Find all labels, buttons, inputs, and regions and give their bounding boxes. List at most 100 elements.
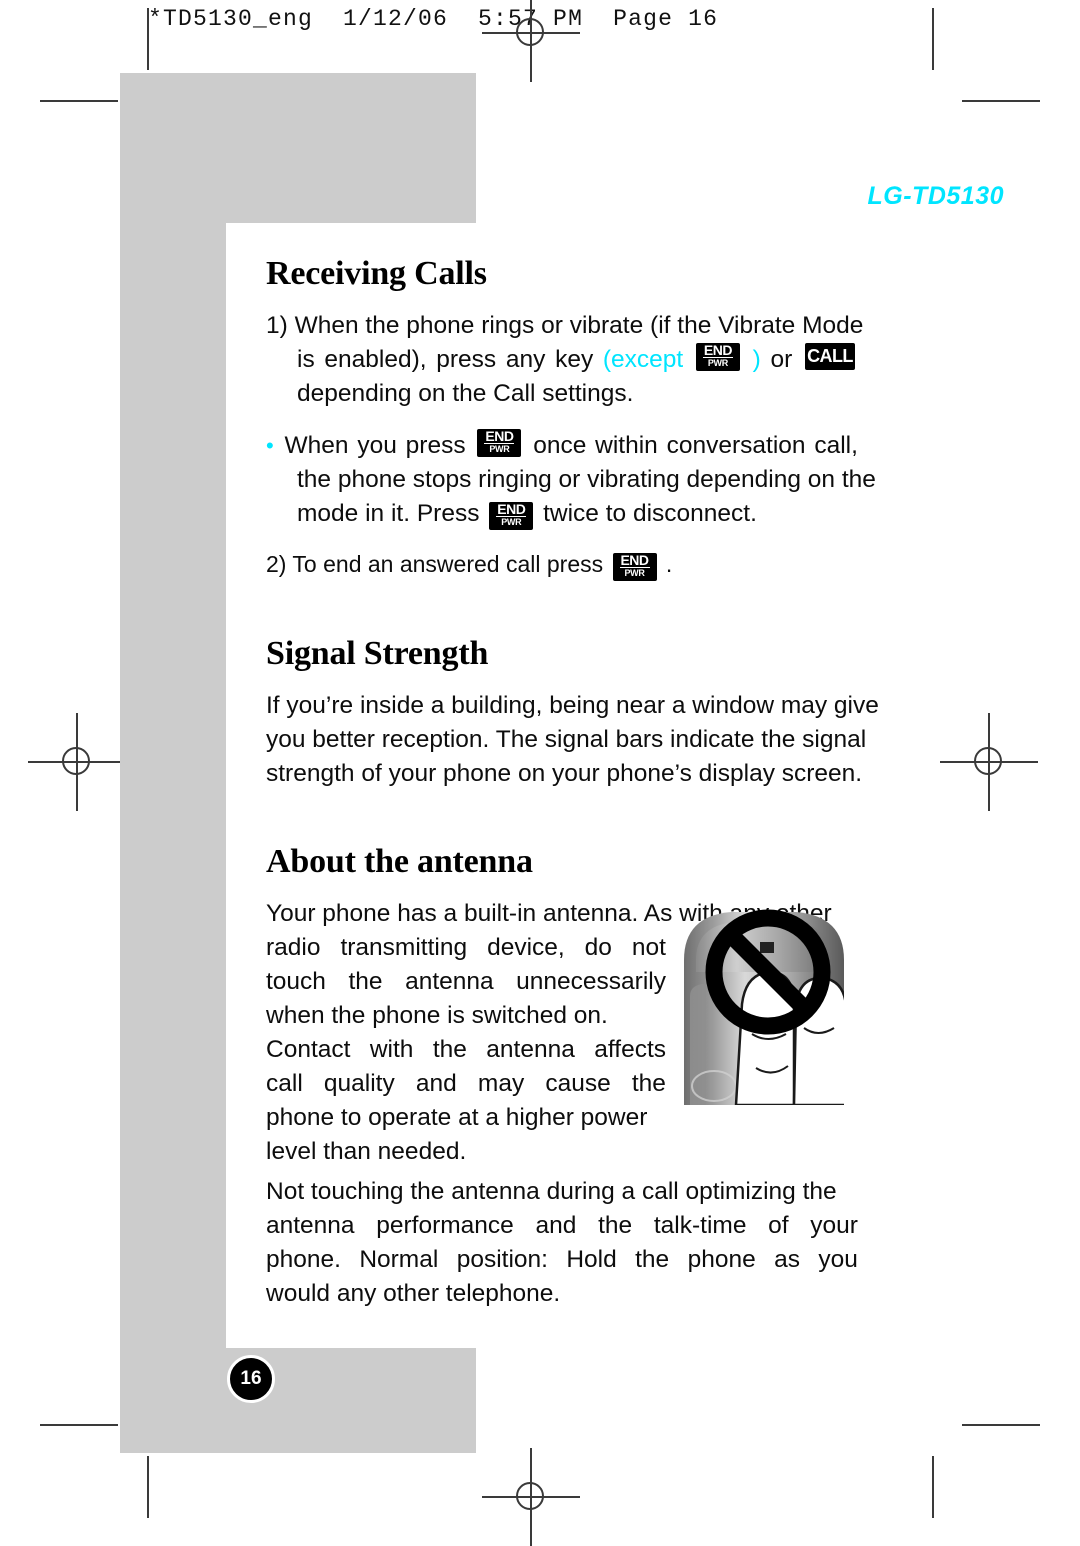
paragraph-signal-strength: If you’re inside a building, being near … bbox=[266, 689, 879, 791]
registration-circle bbox=[516, 1482, 544, 1510]
registration-circle bbox=[62, 747, 90, 775]
text-line: antenna performance and the talk-time of… bbox=[266, 1209, 858, 1243]
paragraph-antenna-2: Not touching the antenna during a call o… bbox=[266, 1175, 858, 1311]
end-key-icon: END PWR bbox=[612, 552, 657, 581]
text-line: radio transmitting device, do not bbox=[266, 931, 666, 965]
word: the bbox=[598, 1212, 633, 1239]
word: radio bbox=[266, 934, 321, 961]
word: Contact bbox=[266, 1036, 351, 1063]
end-key-top-label: END bbox=[702, 342, 733, 358]
end-key-icon: END PWR bbox=[695, 342, 740, 371]
word: key bbox=[555, 346, 594, 373]
end-key-top-label: END bbox=[484, 428, 515, 444]
printer-header-stamp: *TD5130_eng 1/12/06 5:57 PM Page 16 bbox=[148, 6, 719, 32]
word: quality bbox=[323, 1070, 395, 1097]
word: as bbox=[774, 1246, 800, 1273]
crop-mark-right-top-horizontal bbox=[962, 100, 1040, 102]
word: or bbox=[770, 346, 793, 373]
end-key-top-label: END bbox=[496, 501, 527, 517]
word: the bbox=[432, 1036, 467, 1063]
text-line: 1) When the phone rings or vibrate (if t… bbox=[266, 312, 864, 339]
word: any bbox=[505, 346, 546, 373]
section-heading-receiving-calls: Receiving Calls bbox=[266, 255, 487, 292]
word: device, bbox=[487, 934, 565, 961]
word: not bbox=[631, 934, 666, 961]
text-run: mode in it. Press bbox=[297, 500, 480, 527]
text-line: would any other telephone. bbox=[266, 1280, 561, 1307]
end-key-bottom-label: PWR bbox=[707, 358, 728, 368]
decorative-grey-block-bottom bbox=[120, 1348, 476, 1453]
close-paren: ) bbox=[752, 346, 761, 373]
word: of bbox=[768, 1212, 789, 1239]
word: performance bbox=[376, 1212, 514, 1239]
word: position: bbox=[456, 1246, 548, 1273]
word: once bbox=[533, 432, 587, 459]
word: Normal bbox=[359, 1246, 439, 1273]
registration-circle bbox=[516, 18, 544, 46]
text-run: 2) To end an answered call press bbox=[266, 551, 604, 577]
crop-mark-top-left-vertical bbox=[147, 8, 149, 70]
crop-mark-right-bottom-horizontal bbox=[962, 1424, 1040, 1426]
word: antenna bbox=[486, 1036, 575, 1063]
text-line: touch the antenna unnecessarily bbox=[266, 965, 666, 999]
word: is bbox=[297, 346, 315, 373]
end-key-icon: END PWR bbox=[489, 501, 534, 530]
text-line: • When you press END PWR once within con… bbox=[266, 429, 858, 463]
text-line: phone to operate at a higher power bbox=[266, 1104, 648, 1131]
bullet-icon: • bbox=[266, 433, 274, 458]
registration-mark-right bbox=[940, 713, 1038, 811]
decorative-grey-block-left bbox=[120, 222, 226, 1349]
word: antenna bbox=[405, 968, 494, 995]
word: touch bbox=[266, 968, 326, 995]
word: do bbox=[584, 934, 612, 961]
crop-mark-bottom-left-vertical bbox=[147, 1456, 149, 1518]
call-key-icon: CALL bbox=[804, 343, 855, 370]
registration-mark-bottom bbox=[482, 1448, 580, 1546]
text-line: level than needed. bbox=[266, 1138, 467, 1165]
end-key-bottom-label: PWR bbox=[489, 444, 510, 454]
page-content: Receiving Calls 1) When the phone rings … bbox=[266, 255, 879, 1317]
text-line: you better reception. The signal bars in… bbox=[266, 726, 867, 753]
word: you bbox=[818, 1246, 858, 1273]
section-heading-signal-strength: Signal Strength bbox=[266, 635, 489, 672]
end-key-top-label: END bbox=[619, 552, 650, 568]
text-line: call quality and may cause the bbox=[266, 1067, 666, 1101]
word: When bbox=[284, 432, 349, 459]
text-run: twice to disconnect. bbox=[543, 500, 757, 527]
text-line: phone. Normal position: Hold the phone a… bbox=[266, 1243, 858, 1277]
word: press bbox=[405, 432, 466, 459]
registration-mark-top bbox=[482, 0, 580, 82]
crop-mark-top-right-vertical bbox=[932, 8, 934, 70]
word: talk-time bbox=[653, 1212, 747, 1239]
word: phone bbox=[687, 1246, 756, 1273]
word: antenna bbox=[266, 1212, 355, 1239]
text-line: 2) To end an answered call press END PWR… bbox=[266, 547, 858, 581]
text-line: Contact with the antenna affects bbox=[266, 1033, 666, 1067]
word: cause bbox=[545, 1070, 611, 1097]
end-key-icon: END PWR bbox=[477, 428, 522, 457]
word: the bbox=[631, 1070, 666, 1097]
word: and bbox=[535, 1212, 577, 1239]
crop-mark-left-bottom-horizontal bbox=[40, 1424, 118, 1426]
decorative-grey-block-top bbox=[120, 73, 476, 223]
word: transmitting bbox=[340, 934, 468, 961]
word: call bbox=[266, 1070, 303, 1097]
text-line: is enabled), press any key (except END P… bbox=[266, 343, 858, 377]
word: call, bbox=[814, 432, 858, 459]
word: within bbox=[595, 432, 658, 459]
page-number-badge: 16 bbox=[227, 1355, 275, 1403]
text-line: depending on the Call settings. bbox=[297, 380, 634, 407]
text-line: the phone stops ringing or vibrating dep… bbox=[297, 466, 876, 493]
word: conversation bbox=[666, 432, 806, 459]
word: your bbox=[810, 1212, 858, 1239]
word: with bbox=[369, 1036, 414, 1063]
word: the bbox=[348, 968, 383, 995]
crop-mark-left-top-horizontal bbox=[40, 100, 118, 102]
text-line: mode in it. Press END PWR twice to disco… bbox=[266, 497, 858, 531]
paragraph-receiving-calls-item-1: 1) When the phone rings or vibrate (if t… bbox=[266, 309, 864, 411]
text-line: strength of your phone on your phone’s d… bbox=[266, 760, 863, 787]
section-heading-about-the-antenna: About the antenna bbox=[266, 843, 533, 880]
word: the bbox=[635, 1246, 670, 1273]
registration-circle bbox=[974, 747, 1002, 775]
text-run: . bbox=[665, 551, 673, 577]
